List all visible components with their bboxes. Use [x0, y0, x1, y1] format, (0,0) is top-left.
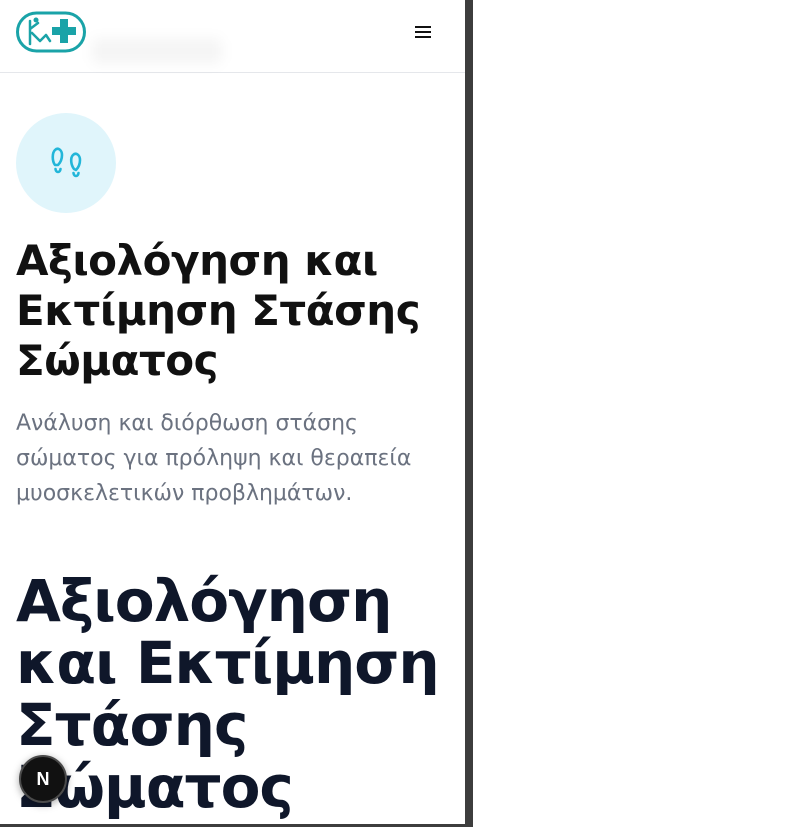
hamburger-menu-icon	[415, 26, 431, 38]
service-icon-circle	[16, 113, 116, 213]
dev-badge-label: N	[36, 768, 50, 789]
hero-title: Αξιολόγηση και Εκτίμηση Στάσης Σώματος	[16, 236, 421, 385]
page-viewport: Αξιολόγηση και Εκτίμηση Στάσης Σώματος Α…	[0, 0, 465, 827]
physio-cross-logo-icon[interactable]	[16, 11, 86, 53]
hero-subtitle: Ανάλυση και διόρθωση στάσης σώματος για …	[16, 411, 412, 506]
hamburger-menu-button[interactable]	[406, 18, 440, 46]
viewport-frame-edge	[465, 0, 473, 827]
article-title: Αξιολόγηση και Εκτίμηση Στάσης Σώματος	[16, 567, 440, 821]
footprints-icon	[51, 147, 82, 178]
dev-tools-badge[interactable]: N	[19, 755, 67, 803]
logo-text-shadow	[92, 38, 222, 64]
site-header	[0, 0, 465, 73]
